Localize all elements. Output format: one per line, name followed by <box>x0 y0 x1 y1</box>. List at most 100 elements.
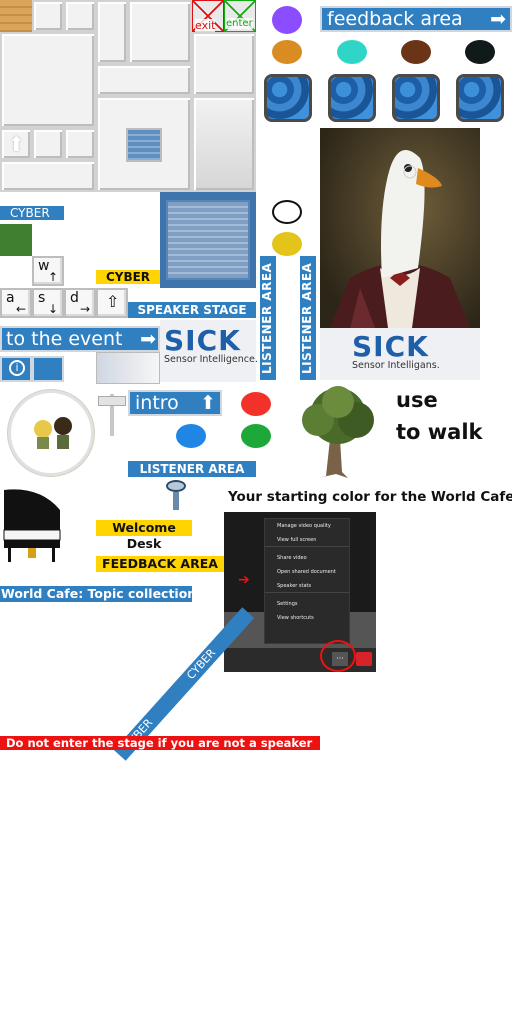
arrow-up-icon: ↑ <box>47 270 58 284</box>
menu-item[interactable]: View shortcuts <box>265 611 349 625</box>
stage-inner <box>166 200 250 280</box>
sick-tagline-2: Sensor Intelligans. <box>352 360 440 371</box>
key-d: d → <box>64 288 96 318</box>
exit-tile[interactable]: exit <box>192 0 224 32</box>
listener-area-label: LISTENER AREA <box>128 461 256 477</box>
shift-icon: ⇧ <box>106 292 120 311</box>
feedback-area-button-label: feedback area <box>327 8 463 30</box>
enter-label: enter <box>226 18 253 29</box>
color-dot-purple[interactable] <box>272 6 302 34</box>
menu-item[interactable]: Speaker stats <box>265 579 349 593</box>
up-arrow-icon: ⬆ <box>200 392 216 414</box>
wood-floor-tile <box>0 0 32 32</box>
menu-item[interactable]: Share video <box>265 551 349 565</box>
wall-tileset: exit enter ⬆ <box>0 0 256 192</box>
avatar-bubble <box>8 390 94 476</box>
faded-sprite-tile <box>96 352 160 384</box>
menu-item[interactable]: Manage video quality <box>265 519 349 533</box>
menu-item-label: Settings <box>277 601 298 607</box>
sick-brand-1: SICK <box>164 324 241 357</box>
to-the-event-button[interactable]: to the event ➡ <box>0 326 160 352</box>
cyber-label: CYBER <box>0 206 64 220</box>
tree <box>290 384 386 480</box>
color-dot-brown[interactable] <box>401 40 431 64</box>
hangup-button[interactable] <box>356 652 372 666</box>
pin-stem <box>173 492 179 510</box>
signpost-board <box>98 396 126 406</box>
arrow-right-icon: ➡ <box>490 8 506 30</box>
water-tile <box>264 74 312 122</box>
welcome-desk-label: Welcome Desk <box>96 520 192 551</box>
water-tile <box>456 74 504 122</box>
highlight-circle <box>320 640 356 672</box>
goose-portrait <box>320 128 480 328</box>
wall-block <box>128 0 192 64</box>
color-dot-yellow[interactable] <box>272 232 302 256</box>
listener-area-vertical-1: LISTENER AREA <box>260 256 276 380</box>
red-pointer-arrow-icon: ➔ <box>238 572 250 588</box>
world-cafe-label: World Cafe: Topic collection <box>0 586 197 602</box>
color-dot-black[interactable] <box>465 40 495 64</box>
color-dot-turquoise[interactable] <box>337 40 367 64</box>
avatars-illustration <box>34 417 72 449</box>
color-dot-red[interactable] <box>241 392 271 416</box>
cyber-yellow-label: CYBER <box>96 270 160 284</box>
sick-logo-1: SICK Sensor Intelligence. <box>160 320 258 382</box>
wall-block <box>32 128 64 160</box>
menu-item-label: Speaker stats <box>277 583 312 589</box>
sick-logo-2: SICK Sensor Intelligans. <box>320 328 480 380</box>
menu-item[interactable]: Settings <box>265 597 349 611</box>
menu-item-label: Manage video quality <box>277 523 331 529</box>
wall-block <box>0 32 96 128</box>
signpost <box>98 390 128 436</box>
color-dot-orange[interactable] <box>272 40 302 64</box>
enter-tile[interactable]: enter <box>224 0 256 32</box>
info-button[interactable]: i <box>0 356 32 382</box>
key-s: s ↓ <box>32 288 64 318</box>
speaker-stage-label: SPEAKER STAGE <box>128 302 256 318</box>
color-dot-blue[interactable] <box>176 424 206 448</box>
context-menu: Manage video quality View full screen Sh… <box>264 518 350 644</box>
wall-block <box>96 64 192 96</box>
to-the-event-label: to the event <box>6 328 123 350</box>
piano <box>0 486 64 564</box>
arrow-right-icon: → <box>79 302 90 316</box>
wall-block <box>64 128 96 160</box>
feedback-area-button[interactable]: feedback area ➡ <box>320 6 512 32</box>
to-walk-instruction: to walk <box>396 420 483 444</box>
up-arrow-icon: ⬆ <box>8 132 25 156</box>
water-tile <box>392 74 440 122</box>
menu-item-label: View shortcuts <box>277 615 314 621</box>
key-w: w ↑ <box>32 256 64 286</box>
grass-tile <box>0 224 32 256</box>
blue-door-tile <box>126 128 162 162</box>
wall-block <box>0 160 96 192</box>
blank-blue-button[interactable] <box>32 356 64 382</box>
wall-block <box>64 0 96 32</box>
key-a-letter: a <box>6 290 15 306</box>
arrow-right-icon: ➡ <box>140 328 156 350</box>
menu-item[interactable]: View full screen <box>265 533 349 547</box>
feedback-area-label: FEEDBACK AREA <box>96 556 224 572</box>
wall-block <box>192 32 256 96</box>
menu-item[interactable]: Open shared document <box>265 565 349 579</box>
tree-illustration <box>302 386 374 478</box>
menu-item-label: Open shared document <box>277 569 336 575</box>
color-dot-outline[interactable] <box>272 200 302 224</box>
water-tile <box>328 74 376 122</box>
do-not-enter-warning: Do not enter the stage if you are not a … <box>0 736 320 750</box>
wall-block <box>192 96 256 192</box>
color-dot-green[interactable] <box>241 424 271 448</box>
wall-block <box>96 0 128 64</box>
stage-tile <box>160 192 256 288</box>
key-s-letter: s <box>38 290 46 306</box>
pin-head <box>166 480 186 492</box>
use-instruction: use <box>396 388 438 412</box>
arrow-left-icon: ← <box>15 302 26 316</box>
piano-illustration <box>3 489 61 562</box>
goose-illustration <box>330 150 470 328</box>
menu-item-label: Share video <box>277 555 307 561</box>
intro-button[interactable]: intro ⬆ <box>128 390 222 416</box>
sick-tagline-1: Sensor Intelligence. <box>164 354 258 365</box>
video-menu-screenshot: Manage video quality View full screen Sh… <box>224 512 376 672</box>
